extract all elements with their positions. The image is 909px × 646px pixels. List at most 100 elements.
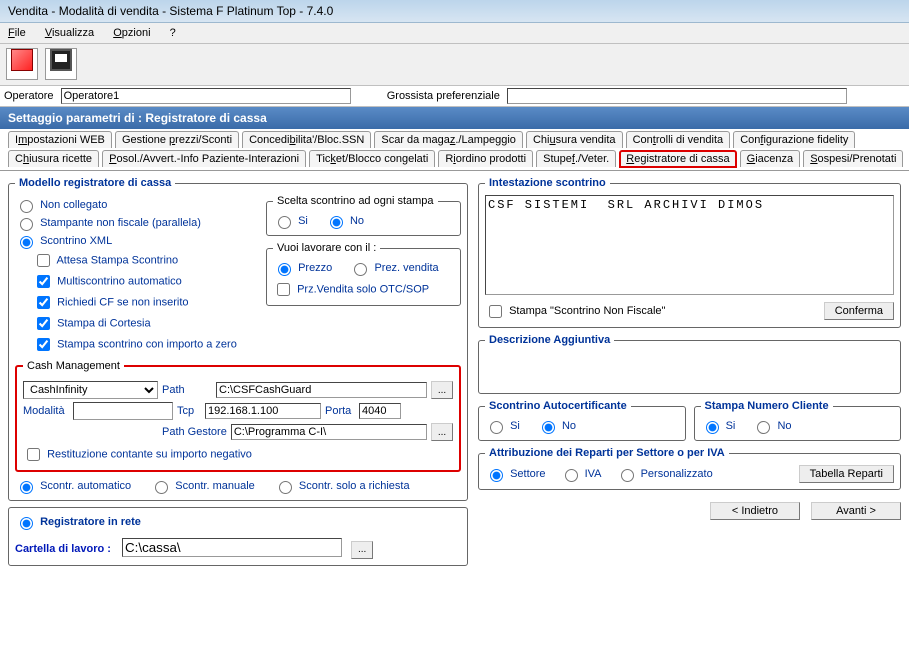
menu-bar: File Visualizza Opzioni ?: [0, 23, 909, 44]
tab-posol[interactable]: Posol./Avvert.-Info Paziente-Interazioni: [102, 150, 306, 167]
radio-personalizzato[interactable]: Personalizzato: [616, 466, 713, 482]
path-gestore-input[interactable]: [231, 424, 427, 440]
tcp-input[interactable]: [205, 403, 321, 419]
path-label: Path: [162, 384, 212, 396]
radio-prezzo[interactable]: Prezzo: [273, 260, 332, 276]
descrizione-legend: Descrizione Aggiuntiva: [485, 334, 614, 346]
radio-autocert-no[interactable]: No: [537, 418, 576, 434]
path-input[interactable]: [216, 382, 427, 398]
radio-non-collegato[interactable]: Non collegato: [15, 197, 260, 213]
tab-sospesi[interactable]: Sospesi/Prenotati: [803, 150, 903, 167]
radio-numcliente-no[interactable]: No: [752, 418, 791, 434]
operator-label: Operatore: [4, 90, 54, 102]
operator-bar: Operatore Grossista preferenziale: [0, 86, 909, 107]
scelta-legend: Scelta scontrino ad ogni stampa: [273, 195, 438, 207]
lavorare-legend: Vuoi lavorare con il :: [273, 242, 380, 254]
grossista-label: Grossista preferenziale: [387, 90, 500, 102]
exit-icon: [11, 49, 33, 71]
tab-registratore-cassa[interactable]: Registratore di cassa: [619, 150, 736, 168]
tabella-reparti-button[interactable]: Tabella Reparti: [799, 465, 894, 483]
cartella-input[interactable]: [122, 538, 342, 557]
attribuzione-legend: Attribuzione dei Reparti per Settore o p…: [485, 447, 729, 459]
numcliente-group: Stampa Numero Cliente Si No: [694, 400, 902, 441]
content-area: Modello registratore di cassa Non colleg…: [0, 170, 909, 578]
path-gestore-label: Path Gestore: [162, 426, 227, 438]
toolbar-exit-button[interactable]: [6, 48, 38, 80]
tab-gestione-prezzi[interactable]: Gestione prezzi/Sconti: [115, 131, 239, 148]
modello-group: Modello registratore di cassa Non colleg…: [8, 177, 468, 501]
cash-management-group: Cash Management CashInfinity Path ... Mo…: [15, 360, 461, 472]
radio-stampante[interactable]: Stampante non fiscale (parallela): [15, 215, 260, 231]
radio-prez-vendita[interactable]: Prez. vendita: [349, 260, 438, 276]
toolbar-save-button[interactable]: [45, 48, 77, 80]
grossista-input[interactable]: [507, 88, 847, 104]
operator-input[interactable]: [61, 88, 351, 104]
porta-input[interactable]: [359, 403, 401, 419]
save-icon: [50, 49, 72, 71]
modalita-label: Modalità: [23, 405, 69, 417]
cash-legend: Cash Management: [23, 360, 124, 372]
tab-chiusura-ricette[interactable]: Chiusura ricette: [8, 150, 99, 167]
check-importo-zero[interactable]: Stampa scontrino con importo a zero: [33, 335, 260, 354]
menu-file[interactable]: File: [0, 25, 34, 41]
cartella-browse-button[interactable]: ...: [351, 541, 373, 559]
descrizione-group: Descrizione Aggiuntiva: [478, 334, 901, 394]
cartella-label: Cartella di lavoro :: [15, 543, 111, 555]
menu-visualizza[interactable]: Visualizza: [37, 25, 102, 41]
tab-concedibilita[interactable]: Concedibilita'/Bloc.SSN: [242, 131, 371, 148]
radio-settore[interactable]: Settore: [485, 466, 546, 482]
attribuzione-group: Attribuzione dei Reparti per Settore o p…: [478, 447, 901, 490]
cash-provider-select[interactable]: CashInfinity: [23, 381, 158, 399]
radio-registratore-rete[interactable]: Registratore in rete: [15, 516, 141, 528]
conferma-button[interactable]: Conferma: [824, 302, 894, 320]
check-restituzione[interactable]: Restituzione contante su importo negativ…: [23, 445, 453, 464]
tab-impostazioni-web[interactable]: Impostazioni WEB: [8, 131, 112, 148]
indietro-button[interactable]: < Indietro: [710, 502, 800, 520]
intestazione-textarea[interactable]: CSF SISTEMI SRL ARCHIVI DIMOS: [485, 195, 894, 295]
nav-buttons: < Indietro Avanti >: [478, 502, 901, 520]
check-richiedi-cf[interactable]: Richiedi CF se non inserito: [33, 293, 260, 312]
tab-stupef[interactable]: Stupef./Veter.: [536, 150, 616, 167]
radio-scontr-richiesta[interactable]: Scontr. solo a richiesta: [274, 478, 410, 494]
check-cortesia[interactable]: Stampa di Cortesia: [33, 314, 260, 333]
scelta-group: Scelta scontrino ad ogni stampa Si No: [266, 195, 461, 236]
path-gestore-browse-button[interactable]: ...: [431, 423, 453, 441]
tab-riordino[interactable]: Riordino prodotti: [438, 150, 533, 167]
numcliente-legend: Stampa Numero Cliente: [701, 400, 833, 412]
title-bar: Vendita - Modalità di vendita - Sistema …: [0, 0, 909, 23]
check-multiscontrino[interactable]: Multiscontrino automatico: [33, 272, 260, 291]
check-attesa[interactable]: Attesa Stampa Scontrino: [33, 251, 260, 270]
radio-scelta-si[interactable]: Si: [273, 213, 308, 229]
modalita-select[interactable]: Pannello Coda: [73, 402, 173, 420]
tab-chiusura-vendita[interactable]: Chiusura vendita: [526, 131, 623, 148]
window-title: Vendita - Modalità di vendita - Sistema …: [8, 4, 333, 18]
radio-scontrino-xml[interactable]: Scontrino XML: [15, 233, 260, 249]
check-prz-otc[interactable]: Prz.Vendita solo OTC/SOP: [273, 280, 454, 299]
rete-group: Registratore in rete Cartella di lavoro …: [8, 507, 468, 566]
check-stampa-non-fiscale[interactable]: Stampa "Scontrino Non Fiscale": [485, 305, 665, 317]
section-header: Settaggio parametri di : Registratore di…: [0, 107, 909, 129]
tab-config-fidelity[interactable]: Configurazione fidelity: [733, 131, 855, 148]
intestazione-legend: Intestazione scontrino: [485, 177, 610, 189]
tab-ticket[interactable]: Ticket/Blocco congelati: [309, 150, 435, 167]
path-browse-button[interactable]: ...: [431, 381, 453, 399]
tcp-label: Tcp: [177, 405, 201, 417]
radio-scelta-no[interactable]: No: [325, 213, 364, 229]
porta-label: Porta: [325, 405, 355, 417]
intestazione-group: Intestazione scontrino CSF SISTEMI SRL A…: [478, 177, 901, 328]
modello-legend: Modello registratore di cassa: [15, 177, 175, 189]
radio-scontr-manuale[interactable]: Scontr. manuale: [150, 478, 255, 494]
radio-numcliente-si[interactable]: Si: [701, 418, 736, 434]
radio-autocert-si[interactable]: Si: [485, 418, 520, 434]
tab-controlli-vendita[interactable]: Controlli di vendita: [626, 131, 731, 148]
autocert-legend: Scontrino Autocertificante: [485, 400, 631, 412]
avanti-button[interactable]: Avanti >: [811, 502, 901, 520]
menu-help[interactable]: ?: [162, 25, 184, 41]
lavorare-group: Vuoi lavorare con il : Prezzo Prez. vend…: [266, 242, 461, 306]
radio-iva[interactable]: IVA: [560, 466, 602, 482]
autocert-group: Scontrino Autocertificante Si No: [478, 400, 686, 441]
tab-giacenza[interactable]: Giacenza: [740, 150, 800, 167]
radio-scontr-auto[interactable]: Scontr. automatico: [15, 478, 131, 494]
tab-scar-magaz[interactable]: Scar da magaz./Lampeggio: [374, 131, 523, 148]
menu-opzioni[interactable]: Opzioni: [105, 25, 158, 41]
